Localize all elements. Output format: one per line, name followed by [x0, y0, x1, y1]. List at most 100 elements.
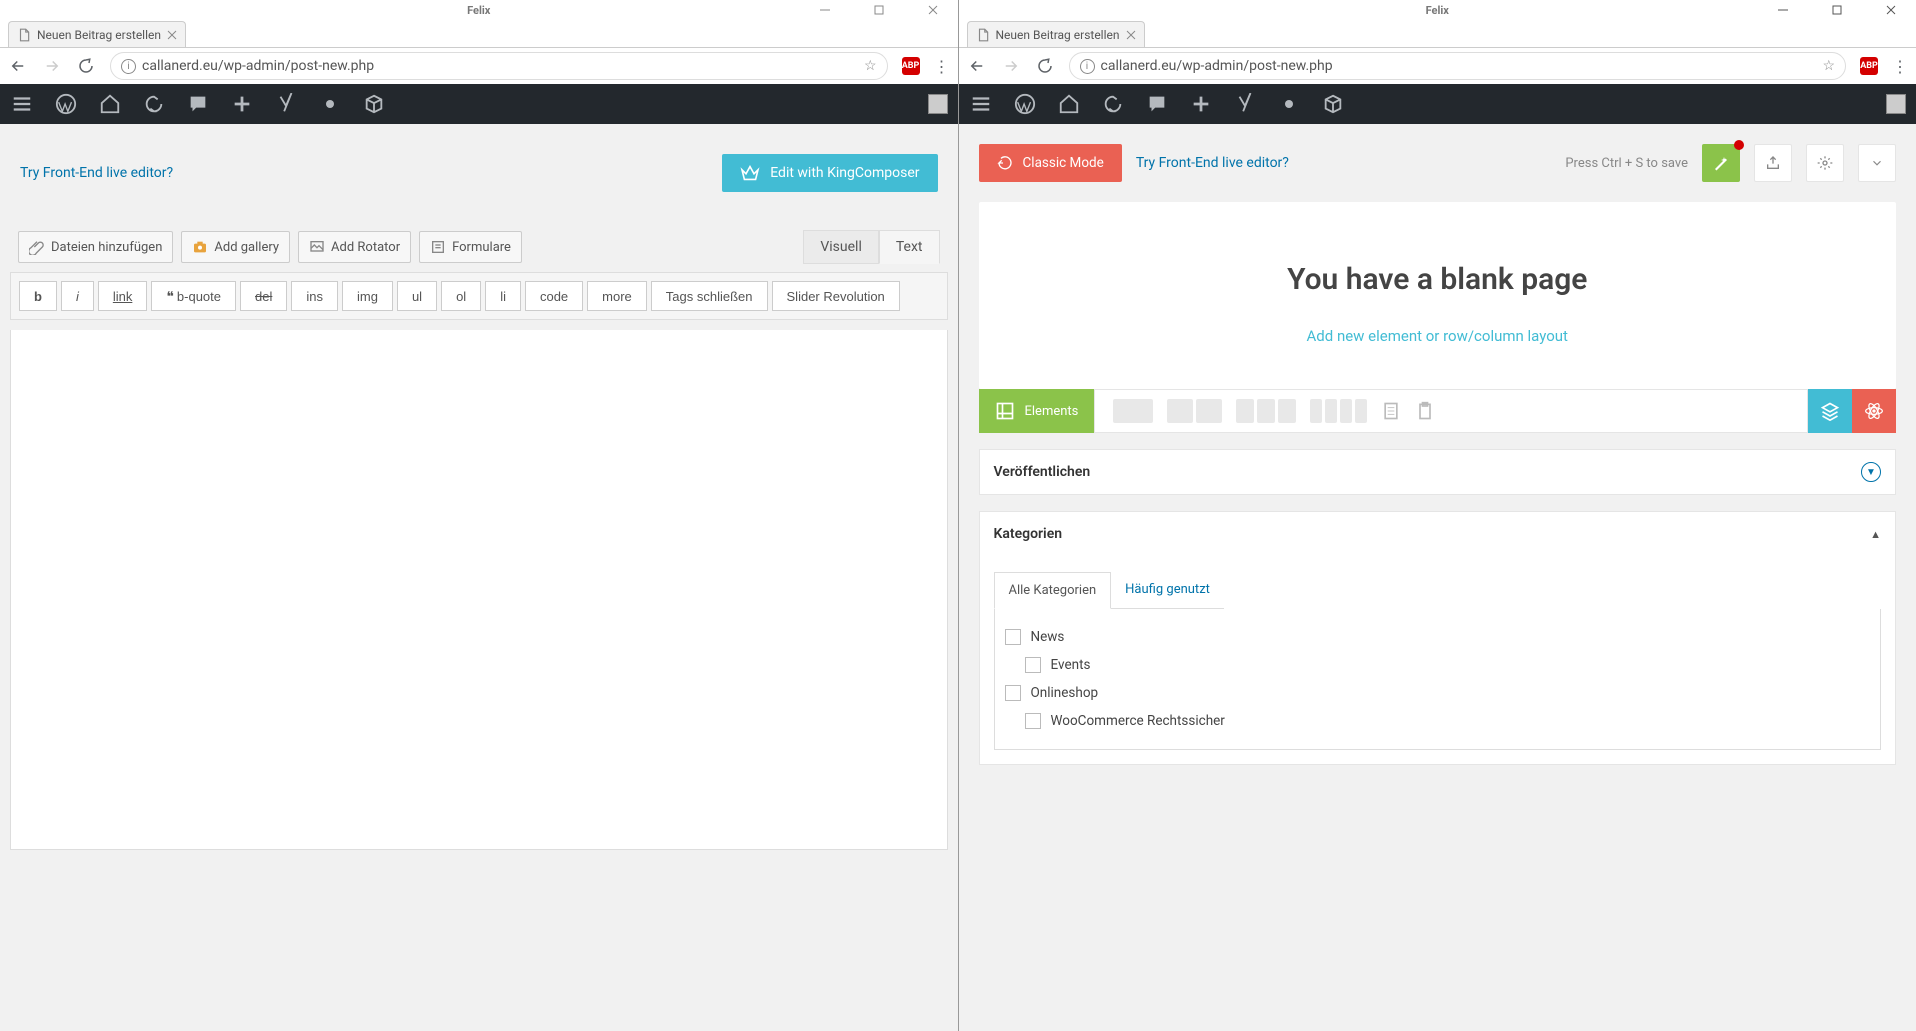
yoast-icon[interactable] [274, 92, 298, 116]
maximize-button[interactable] [862, 0, 896, 20]
add-gallery-button[interactable]: Add gallery [181, 231, 290, 263]
wp-logo-icon[interactable] [54, 92, 78, 116]
package-icon[interactable] [362, 92, 386, 116]
comment-icon[interactable] [186, 92, 210, 116]
try-frontend-link[interactable]: Try Front-End live editor? [20, 165, 173, 181]
preset-1col[interactable] [1113, 399, 1153, 423]
plus-icon[interactable] [230, 92, 254, 116]
qt-italic[interactable]: i [61, 281, 94, 311]
home-icon[interactable] [98, 92, 122, 116]
bookmark-icon[interactable]: ☆ [1822, 58, 1835, 74]
comment-icon[interactable] [1145, 92, 1169, 116]
yoast-icon[interactable] [1233, 92, 1257, 116]
refresh-icon[interactable] [142, 92, 166, 116]
forward-button[interactable] [42, 56, 62, 76]
back-button[interactable] [8, 56, 28, 76]
bookmark-icon[interactable]: ☆ [864, 58, 877, 74]
clipboard-icon[interactable] [1415, 399, 1435, 423]
browser-menu-icon[interactable]: ⋮ [934, 57, 950, 76]
add-rotator-button[interactable]: Add Rotator [298, 231, 411, 263]
collapse-button[interactable] [1858, 144, 1896, 182]
browser-tab[interactable]: Neuen Beitrag erstellen [967, 21, 1145, 47]
browser-menu-icon[interactable]: ⋮ [1892, 57, 1908, 76]
qt-slider[interactable]: Slider Revolution [772, 281, 900, 311]
reload-button[interactable] [1035, 56, 1055, 76]
user-avatar[interactable] [928, 94, 948, 114]
url-field[interactable]: i callanerd.eu/wp-admin/post-new.php ☆ [110, 52, 888, 80]
qt-img[interactable]: img [342, 281, 393, 311]
checkbox[interactable] [1005, 629, 1021, 645]
minimize-button[interactable] [1766, 0, 1800, 20]
close-button[interactable] [916, 0, 950, 20]
back-button[interactable] [967, 56, 987, 76]
reload-button[interactable] [76, 56, 96, 76]
qt-del[interactable]: del [240, 281, 287, 311]
export-button[interactable] [1754, 144, 1792, 182]
category-item[interactable]: Events [1005, 651, 1871, 679]
minimize-button[interactable] [808, 0, 842, 20]
save-button[interactable] [1702, 144, 1740, 182]
visual-tab[interactable]: Visuell [803, 230, 879, 264]
qt-ins[interactable]: ins [291, 281, 338, 311]
maximize-button[interactable] [1820, 0, 1854, 20]
checkbox[interactable] [1025, 713, 1041, 729]
chevron-up-icon[interactable]: ▲ [1870, 528, 1881, 541]
forms-button[interactable]: Formulare [419, 231, 522, 263]
qt-ul[interactable]: ul [397, 281, 437, 311]
checkbox[interactable] [1025, 657, 1041, 673]
forward-button[interactable] [1001, 56, 1021, 76]
qt-link[interactable]: link [98, 281, 148, 311]
site-info-icon[interactable]: i [1080, 59, 1095, 74]
qt-ol[interactable]: ol [441, 281, 481, 311]
site-info-icon[interactable]: i [121, 59, 136, 74]
qt-li[interactable]: li [485, 281, 521, 311]
try-frontend-link[interactable]: Try Front-End live editor? [1136, 155, 1289, 171]
qt-bold[interactable]: b [19, 281, 57, 311]
user-avatar[interactable] [1886, 94, 1906, 114]
editor-textarea[interactable] [10, 330, 948, 850]
tab-close-icon[interactable] [1126, 30, 1136, 40]
text-tab[interactable]: Text [879, 230, 940, 264]
category-item[interactable]: News [1005, 623, 1871, 651]
tab-close-icon[interactable] [167, 30, 177, 40]
home-icon[interactable] [1057, 92, 1081, 116]
category-item[interactable]: WooCommerce Rechtssicher [1005, 707, 1871, 735]
qt-bquote[interactable]: ❝b-quote [151, 281, 236, 311]
adblock-icon[interactable]: ABP [902, 57, 920, 75]
plus-icon[interactable] [1189, 92, 1213, 116]
atom-button[interactable] [1852, 389, 1896, 433]
tab-used-categories[interactable]: Häufig genutzt [1111, 572, 1224, 609]
template-icon[interactable] [1381, 399, 1401, 423]
add-files-button[interactable]: Dateien hinzufügen [18, 231, 173, 263]
add-element-link[interactable]: Add new element or row/column layout [999, 327, 1877, 345]
category-item[interactable]: Onlineshop [1005, 679, 1871, 707]
wp-logo-icon[interactable] [1013, 92, 1037, 116]
publish-header[interactable]: Veröffentlichen ▼ [980, 450, 1896, 494]
qt-code[interactable]: code [525, 281, 583, 311]
preset-2col[interactable] [1167, 399, 1222, 423]
preset-3col[interactable] [1236, 399, 1296, 423]
classic-mode-button[interactable]: Classic Mode [979, 144, 1122, 182]
categories-header[interactable]: Kategorien ▲ [980, 512, 1896, 556]
adblock-icon[interactable]: ABP [1860, 57, 1878, 75]
status-dot-icon[interactable] [318, 92, 342, 116]
qt-more[interactable]: more [587, 281, 647, 311]
preset-4col[interactable] [1310, 399, 1367, 423]
tab-all-categories[interactable]: Alle Kategorien [994, 572, 1112, 609]
checkbox[interactable] [1005, 685, 1021, 701]
menu-icon[interactable] [969, 92, 993, 116]
status-dot-icon[interactable] [1277, 92, 1301, 116]
layers-button[interactable] [1808, 389, 1852, 433]
package-icon[interactable] [1321, 92, 1345, 116]
menu-icon[interactable] [10, 92, 34, 116]
qt-closetags[interactable]: Tags schließen [651, 281, 768, 311]
close-button[interactable] [1874, 0, 1908, 20]
category-list[interactable]: News Events Onlineshop WooCommerce Recht… [994, 609, 1882, 750]
refresh-icon[interactable] [1101, 92, 1125, 116]
chevron-down-icon[interactable]: ▼ [1861, 462, 1881, 482]
settings-button[interactable] [1806, 144, 1844, 182]
elements-button[interactable]: Elements [979, 389, 1095, 433]
kingcomposer-button[interactable]: Edit with KingComposer [722, 154, 937, 192]
browser-tab[interactable]: Neuen Beitrag erstellen [8, 21, 186, 47]
url-field[interactable]: i callanerd.eu/wp-admin/post-new.php ☆ [1069, 52, 1847, 80]
